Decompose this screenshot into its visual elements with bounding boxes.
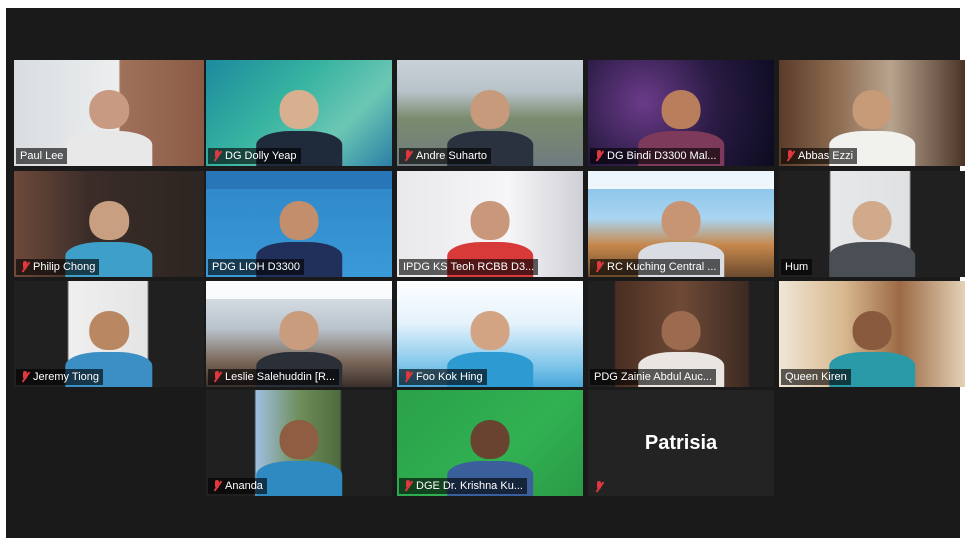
video-tile-ks-teoh[interactable]: IPDG KS Teoh RCBB D3... [397, 171, 583, 277]
muted-mic-icon [594, 261, 604, 273]
video-tile-andre-suharto[interactable]: Andre Suharto [397, 60, 583, 166]
video-tile-rc-kuching[interactable]: RC Kuching Central ... [588, 171, 774, 277]
video-tile-jeremy-tiong[interactable]: Jeremy Tiong [14, 281, 204, 387]
muted-mic-icon [212, 480, 222, 492]
video-tile-paul-lee[interactable]: Paul Lee [14, 60, 204, 166]
muted-mic-icon [20, 371, 30, 383]
muted-mic-icon [785, 150, 795, 162]
muted-mic-icon [403, 150, 413, 162]
video-tile-dolly-yeap[interactable]: DG Dolly Yeap [206, 60, 392, 166]
video-tile-abbas-ezzi[interactable]: Abbas Ezzi [779, 60, 965, 166]
video-tile-leslie-salehuddin[interactable]: Leslie Salehuddin [R... [206, 281, 392, 387]
video-tile-zainie[interactable]: PDG Zainie Abdul Auc... [588, 281, 774, 387]
muted-mic-icon [212, 371, 222, 383]
participant-name-label: Paul Lee [16, 148, 68, 164]
video-tile-queen-kiren[interactable]: Queen Kiren [779, 281, 965, 387]
video-tile-foo-kok-hing[interactable]: Foo Kok Hing [397, 281, 583, 387]
participant-name-placeholder: Patrisia [644, 431, 718, 454]
video-tile-hum[interactable]: Hum [779, 171, 965, 277]
video-tile-krishna[interactable]: DGE Dr. Krishna Ku... [397, 390, 583, 496]
muted-mic-icon [403, 480, 413, 492]
zoom-gallery-view: Paul Lee DG Dolly Yeap Andre Suharto DG … [6, 8, 965, 538]
muted-mic-icon [20, 261, 30, 273]
participant-video [65, 89, 153, 166]
muted-mic-icon [403, 371, 413, 383]
muted-mic-icon [594, 150, 604, 162]
video-tile-philip-chong[interactable]: Philip Chong [14, 171, 204, 277]
muted-mic-icon [212, 150, 222, 162]
video-tile-ananda[interactable]: Ananda [206, 390, 392, 496]
video-tile-pdg-lioh[interactable]: PDG LIOH D3300 [206, 171, 392, 277]
video-tile-bindi[interactable]: DG Bindi D3300 Mal... [588, 60, 774, 166]
muted-mic-icon [594, 481, 604, 493]
video-tile-patrisia[interactable]: Patrisia [588, 390, 774, 496]
